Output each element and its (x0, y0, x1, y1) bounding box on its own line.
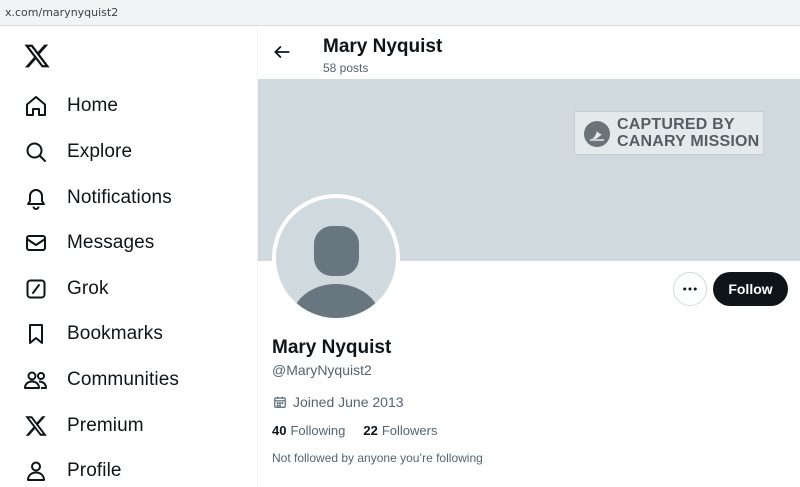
join-date: Joined June 2013 (273, 394, 404, 410)
profile-display-name: Mary Nyquist (272, 337, 392, 358)
watermark-badge: CAPTURED BY CANARY MISSION (574, 111, 764, 155)
sidebar-item-label: Notifications (67, 187, 172, 208)
profile-handle: @MaryNyquist2 (272, 362, 372, 378)
follow-stats: 40 Following 22 Followers (272, 423, 455, 438)
sidebar-item-label: Explore (67, 141, 133, 162)
more-options-button[interactable] (673, 272, 707, 306)
avatar[interactable] (272, 194, 400, 322)
sidebar: Home Explore Notifications Messages Grok… (0, 26, 258, 487)
back-button[interactable] (270, 40, 294, 64)
envelope-icon (22, 229, 50, 257)
browser-address-bar[interactable]: x.com/marynyquist2 (0, 0, 800, 26)
sidebar-item-label: Home (67, 95, 119, 116)
sidebar-item-explore[interactable]: Explore (22, 132, 132, 172)
sidebar-item-profile[interactable]: Profile (22, 451, 122, 487)
url-text: x.com/marynyquist2 (5, 6, 119, 19)
watermark-line-2: CANARY MISSION (617, 133, 760, 150)
profile-header-bar: Mary Nyquist 58 posts (258, 26, 800, 79)
profile-main: Mary Nyquist 58 posts CAPTURED BY CANARY… (258, 26, 800, 487)
sidebar-item-premium[interactable]: Premium (22, 406, 144, 446)
default-avatar-icon (276, 198, 396, 318)
avatar-shoulders (292, 284, 380, 318)
header-name: Mary Nyquist (323, 36, 443, 57)
followers-count: 22 (363, 423, 378, 438)
following-label: Following (290, 423, 346, 438)
sidebar-item-label: Bookmarks (67, 323, 163, 344)
bell-icon (22, 184, 50, 212)
follow-button[interactable]: Follow (713, 272, 788, 306)
calendar-icon (273, 395, 287, 409)
sidebar-item-communities[interactable]: Communities (22, 360, 179, 400)
sidebar-item-label: Communities (67, 369, 179, 390)
followers-link[interactable]: 22 Followers (363, 423, 437, 438)
sidebar-item-messages[interactable]: Messages (22, 223, 154, 263)
avatar-head (314, 226, 359, 276)
more-dots-icon (683, 287, 697, 291)
sidebar-item-bookmarks[interactable]: Bookmarks (22, 314, 163, 354)
followers-label: Followers (381, 423, 438, 438)
person-icon (22, 457, 50, 485)
watermark-text: CAPTURED BY CANARY MISSION (617, 116, 759, 150)
canary-logo-icon (584, 121, 610, 147)
sidebar-item-home[interactable]: Home (22, 86, 118, 126)
post-count: 58 posts (323, 61, 369, 75)
following-link[interactable]: 40 Following (272, 423, 345, 438)
x-logo-icon (22, 412, 50, 440)
search-icon (22, 138, 50, 166)
watermark-line-1: CAPTURED BY (617, 116, 735, 133)
sidebar-item-label: Messages (67, 232, 155, 253)
grok-icon (22, 275, 50, 303)
x-logo-icon[interactable] (23, 42, 51, 70)
communities-icon (22, 366, 50, 394)
join-date-text: Joined June 2013 (293, 394, 404, 410)
not-followed-note: Not followed by anyone you’re following (272, 451, 483, 465)
sidebar-item-label: Grok (67, 278, 109, 299)
sidebar-item-label: Profile (67, 460, 122, 481)
home-icon (22, 92, 50, 120)
arrow-left-icon (274, 46, 290, 58)
sidebar-item-notifications[interactable]: Notifications (22, 178, 172, 218)
following-count: 40 (272, 423, 287, 438)
sidebar-item-grok[interactable]: Grok (22, 269, 109, 309)
bookmark-icon (22, 320, 50, 348)
sidebar-item-label: Premium (67, 415, 144, 436)
